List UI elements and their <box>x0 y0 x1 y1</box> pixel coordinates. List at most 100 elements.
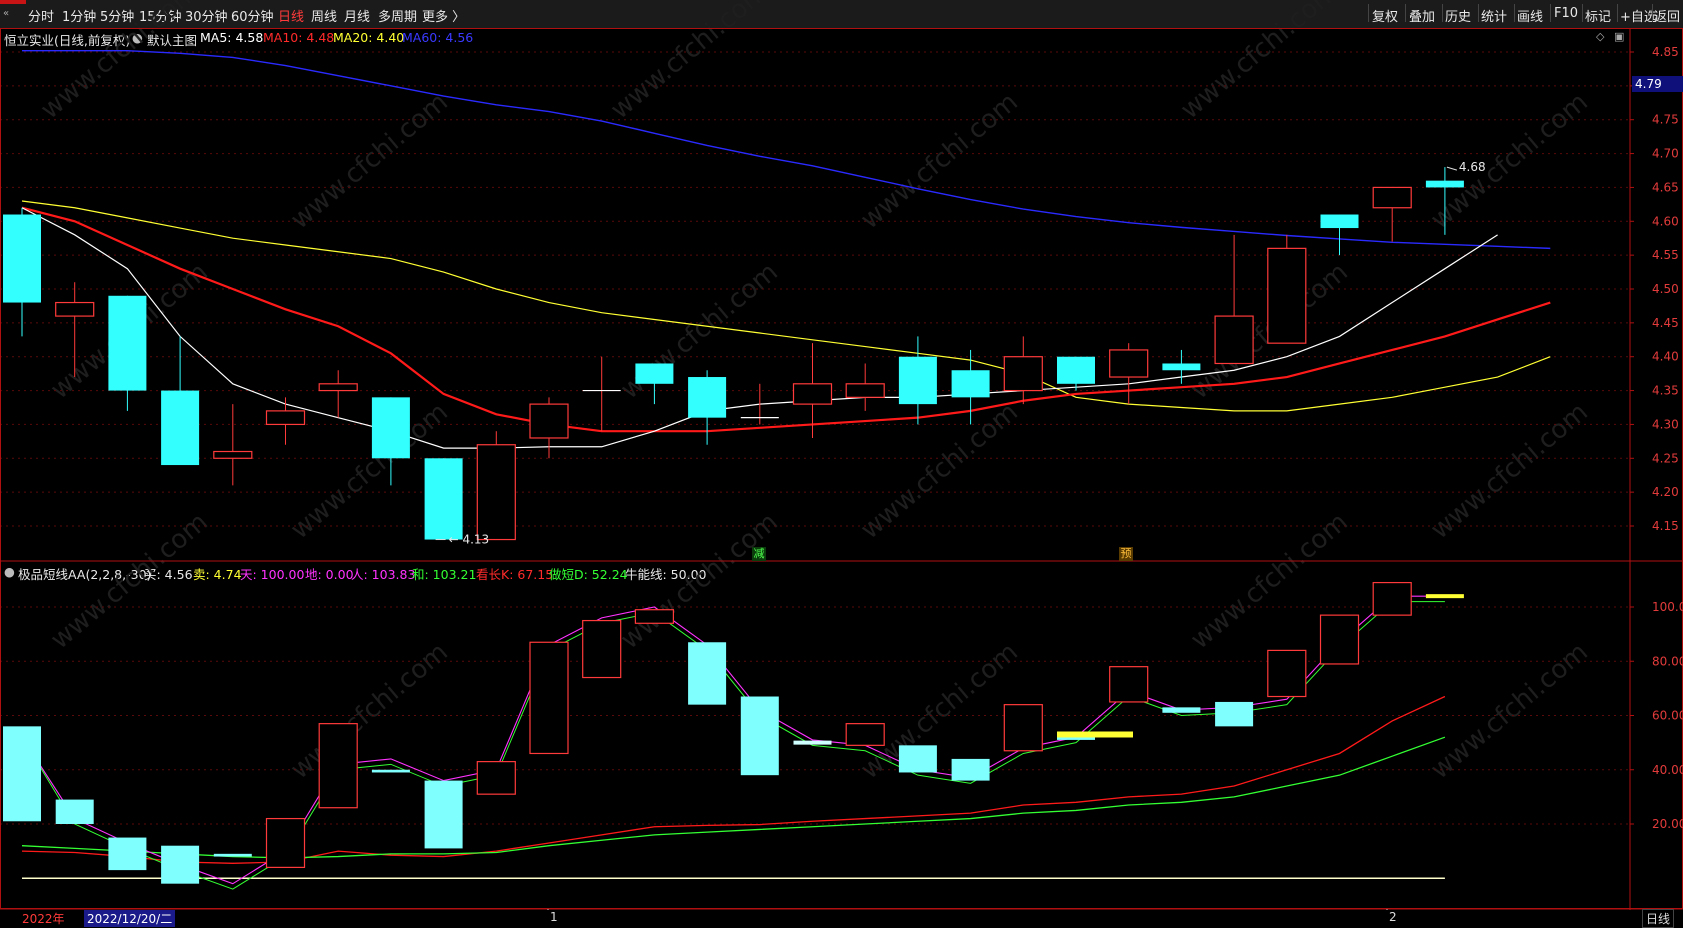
template-label[interactable]: 默认主图 <box>147 30 197 49</box>
ma60-label: MA60: 4.56 <box>402 30 474 45</box>
indicator-grid <box>0 606 1630 825</box>
y-tick-label: 4.70 <box>1652 147 1679 161</box>
candle-body-up <box>55 301 95 317</box>
period-monthly[interactable]: 月线 <box>344 6 370 25</box>
stock-name[interactable]: 恒立实业(日线,前复权) <box>4 30 130 49</box>
ma5-line <box>21 207 1498 449</box>
watermark-text: www.cfchi.com <box>855 87 1024 235</box>
history-button[interactable]: 历史 <box>1445 6 1471 25</box>
fuquan-button[interactable]: 复权 <box>1372 6 1398 25</box>
toolbar-divider <box>1405 4 1406 22</box>
indicator-box-up <box>476 761 516 795</box>
indicator-box-up <box>1372 581 1412 616</box>
period-weekly[interactable]: 周线 <box>311 6 337 25</box>
watermark-text: www.cfchi.com <box>285 87 454 235</box>
indicator-box-up <box>1109 666 1149 703</box>
indicator-name[interactable]: 极品短线AA(2,2,8,-30) <box>18 564 151 583</box>
candle-body-down <box>424 458 463 540</box>
ma20-line <box>21 200 1551 412</box>
indicator-box-down <box>1162 707 1201 713</box>
indicator-box-up <box>1319 614 1360 665</box>
toolbar-divider <box>1550 4 1551 22</box>
candle-body-down <box>108 295 147 391</box>
toolbar-divider <box>1582 4 1583 22</box>
candle-body-up <box>1003 356 1043 392</box>
indicator-box-up <box>1003 704 1043 752</box>
mark-button[interactable]: 标记 <box>1585 6 1611 25</box>
period-5min[interactable]: 5分钟 <box>100 6 134 25</box>
month-mark-2: 2 <box>1389 910 1397 924</box>
period-15min[interactable]: 15分钟 <box>139 6 182 25</box>
year-label: 2022年 <box>22 912 65 926</box>
high-marker-arrow <box>1446 166 1458 171</box>
template-icon[interactable]: ● <box>132 30 143 45</box>
candle-body-up <box>265 410 306 426</box>
toolbar-divider <box>1478 4 1479 22</box>
di-label: 地: 0.00 <box>305 567 354 582</box>
candle-body-down <box>371 397 410 459</box>
watermark-text: www.cfchi.com <box>45 257 214 405</box>
period-1min[interactable]: 1分钟 <box>62 6 96 25</box>
f10-button[interactable]: F10 <box>1554 6 1578 21</box>
watermark-text: www.cfchi.com <box>1185 257 1354 405</box>
indicator-flat-bar <box>1425 594 1464 599</box>
kline-chart[interactable]: www.cfchi.com www.cfchi.com www.cfchi.com w… <box>0 0 1683 926</box>
y-ticks: 4.854.804.754.704.654.604.554.504.454.40… <box>1630 45 1683 831</box>
indicator-box-down <box>951 758 990 781</box>
panel-menu-icon[interactable]: ▣ <box>1614 30 1624 43</box>
period-multi[interactable]: 多周期 <box>378 6 417 25</box>
ren-label: 人: 103.83 <box>351 567 416 582</box>
y-tick-label: 4.20 <box>1652 485 1679 499</box>
watermark-text: www.cfchi.com <box>1425 637 1594 785</box>
indicator-box-up <box>1267 649 1307 698</box>
period-60min[interactable]: 60分钟 <box>231 6 274 25</box>
chart-border <box>0 28 1683 909</box>
period-switch-button[interactable]: 日线 <box>1642 909 1675 928</box>
back-button[interactable]: 返回 <box>1654 6 1680 25</box>
period-daily[interactable]: 日线 <box>278 6 304 25</box>
y-tick-label: 4.60 <box>1652 214 1679 228</box>
he-line <box>21 601 1445 890</box>
candle-body-down <box>1320 214 1359 229</box>
y-tick-label: 60.00 <box>1652 709 1683 723</box>
indicator-box-down <box>3 726 41 822</box>
period-toolbar: « 分时 1分钟 5分钟 15分钟 30分钟 60分钟 日线 周线 月线 多周期… <box>0 0 1683 29</box>
watermark-text: www.cfchi.com <box>1425 397 1594 545</box>
period-more[interactable]: 更多 〉 <box>422 6 465 25</box>
y-tick-label: 20.00 <box>1652 817 1683 831</box>
signal-jian: 减 <box>752 547 766 561</box>
candle-body-up <box>476 444 516 541</box>
y-tick-label: 4.35 <box>1652 384 1679 398</box>
indicator-box-down <box>55 799 94 824</box>
y-tick-label: 4.50 <box>1652 282 1679 296</box>
indicator-box-down <box>740 696 779 776</box>
candle-body-down <box>1425 180 1464 188</box>
indicator-box-down <box>1215 701 1254 727</box>
signal-yu: 预 <box>1119 547 1133 561</box>
duanxian-label: 做短D: 52.24 <box>549 567 628 582</box>
candle-body-down <box>635 363 674 384</box>
watermark-text: www.cfchi.com <box>615 257 784 405</box>
high-marker-label: 4.68 <box>1459 160 1486 174</box>
statistics-button[interactable]: 统计 <box>1481 6 1507 25</box>
candle-body-up <box>213 450 253 459</box>
month-mark-1: 1 <box>550 910 558 924</box>
overlay-button[interactable]: 叠加 <box>1409 6 1435 25</box>
toolbar-divider <box>1368 4 1369 22</box>
candle-body-up <box>1214 315 1254 365</box>
candle-body-up <box>1267 247 1307 344</box>
period-30min[interactable]: 30分钟 <box>185 6 228 25</box>
draw-line-button[interactable]: 画线 <box>1517 6 1543 25</box>
diamond-icon[interactable]: ◇ <box>1596 30 1604 43</box>
period-fenshi[interactable]: 分时 <box>28 6 54 25</box>
indicator-box-up <box>634 609 675 624</box>
y-tick-label: 40.00 <box>1652 763 1683 777</box>
toolbar-divider <box>1442 4 1443 22</box>
indicator-dot-icon[interactable]: ● <box>4 564 15 579</box>
candle-body-up <box>792 383 833 405</box>
indicator-boxes <box>3 581 1464 884</box>
current-price-tag: 4.79 <box>1632 76 1683 92</box>
buy-label: 买: 4.56 <box>144 567 193 582</box>
ma20-label: MA20: 4.40 <box>333 30 405 45</box>
menu-corner-button[interactable]: « <box>0 0 26 28</box>
